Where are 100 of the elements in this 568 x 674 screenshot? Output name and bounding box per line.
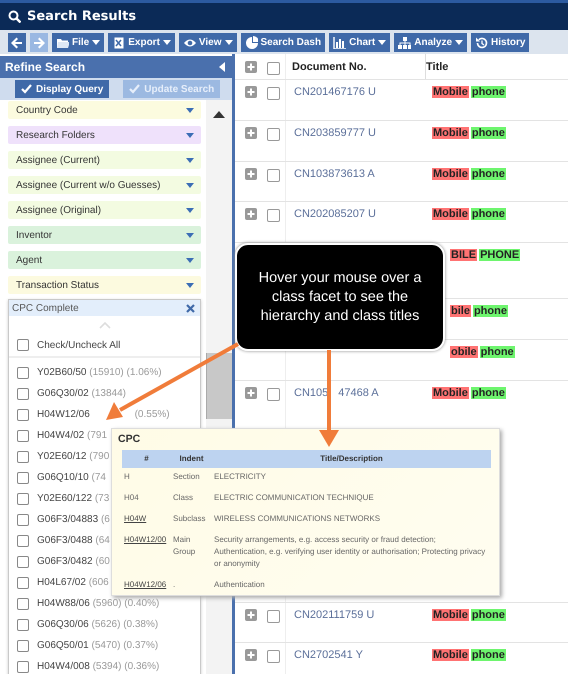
collapse-icon[interactable] (219, 62, 225, 72)
hierarchy-icon (398, 36, 412, 48)
document-link[interactable]: CN202111759 U (294, 609, 374, 621)
panel-title: Refine Search (5, 60, 86, 74)
class-title: ELECTRIC COMMUNICATION TECHNIQUE (213, 492, 375, 504)
checkbox[interactable] (17, 492, 29, 504)
checkbox[interactable] (17, 408, 29, 420)
facet-option[interactable]: G06Q30/06 (5626) (0.38%) (37, 619, 158, 630)
class-title: Security arrangements, e.g. access security or fraud detection; Authentication, e.g. verifying user identity or authorisation; Protecting privacy or anonymity (213, 534, 486, 570)
search-icon (8, 10, 21, 23)
checkbox[interactable] (17, 430, 29, 442)
checkbox[interactable] (17, 598, 29, 610)
highlighted-term: obile (450, 346, 478, 358)
expand-icon[interactable] (244, 127, 256, 139)
toolbar-button[interactable]: View (178, 32, 237, 52)
facet-option[interactable]: H04W88/06 (5960) (0.40%) (37, 598, 160, 609)
facet-header[interactable]: Research Folders (8, 126, 201, 144)
checkbox[interactable] (17, 472, 29, 484)
toolbar-button[interactable]: Export (108, 32, 175, 52)
indent-level: . (172, 579, 176, 591)
checkbox[interactable] (17, 534, 29, 546)
checkbox[interactable] (267, 388, 280, 401)
toolbar-button[interactable]: History (471, 32, 530, 52)
indent-level: Subclass (172, 513, 206, 525)
facet-option[interactable]: G06Q50/01 (5470) (0.37%) (37, 640, 158, 651)
panel-button[interactable]: Display Query (15, 80, 110, 98)
facet-option[interactable]: Y02E60/122 (73 (37, 493, 110, 504)
checkbox[interactable] (267, 209, 280, 222)
document-link[interactable]: CN2702541 Y (294, 649, 363, 661)
document-link[interactable]: CN201467176 U (294, 86, 376, 98)
class-link[interactable]: H04W12/00 (122, 531, 171, 576)
document-link[interactable]: CN203859777 U (294, 127, 376, 139)
document-link[interactable]: 47468 A (338, 387, 379, 399)
facet-option[interactable]: Y02B60/50 (15910) (1.06%) (37, 367, 162, 378)
expand-icon[interactable] (244, 609, 256, 621)
facet-option[interactable]: H04W12/06 (0.55%) (37, 409, 170, 420)
class-link[interactable]: H04W12/06 (122, 576, 171, 597)
scroll-up-icon[interactable] (213, 111, 225, 118)
checkbox[interactable] (17, 514, 29, 526)
caret-icon (186, 258, 194, 262)
facet-option[interactable]: Y02E60/12 (790 (37, 451, 110, 462)
close-icon[interactable] (186, 304, 195, 312)
toolbar-button[interactable]: Search Dash (240, 32, 326, 52)
facet-header[interactable]: Country Code (8, 101, 201, 119)
checkbox[interactable] (267, 128, 280, 141)
facet-option[interactable]: G06Q30/02 (13844) (37, 388, 126, 399)
column-header: # (122, 450, 171, 468)
checkbox[interactable] (267, 87, 280, 100)
checkbox[interactable] (267, 62, 280, 75)
checkbox[interactable] (267, 650, 280, 663)
bar-chart-icon (333, 36, 346, 48)
highlighted-term: Mobile (432, 609, 469, 621)
pie-chart-icon (244, 36, 258, 48)
scrollbar-thumb[interactable] (206, 353, 232, 419)
facet-header[interactable]: Agent (8, 251, 201, 269)
checkbox[interactable] (17, 366, 29, 378)
back-arrow-icon (10, 36, 23, 48)
checkbox[interactable] (17, 450, 29, 462)
facet-header[interactable]: Assignee (Current w/o Guesses) (8, 176, 201, 194)
class-title: ELECTRICITY (213, 471, 268, 483)
facet-option[interactable]: H04W4/008 (5394) (0.36%) (37, 661, 160, 672)
checkbox[interactable] (17, 556, 29, 568)
facet-title: CPC Complete (12, 302, 79, 314)
facet-option[interactable]: H04L67/02 (606 (37, 577, 109, 588)
checkbox[interactable] (17, 388, 29, 400)
indent-level: Main Group (172, 534, 196, 558)
facet-option[interactable]: G06F3/04883 (6 (37, 514, 110, 525)
facet-header[interactable]: Assignee (Current) (8, 151, 201, 169)
expand-icon[interactable] (244, 208, 256, 220)
toolbar-button[interactable]: Analyze (394, 32, 468, 52)
indent-level: Class (172, 492, 194, 504)
expand-icon[interactable] (244, 168, 256, 180)
class-link[interactable]: H04W (122, 510, 171, 531)
caret-icon (186, 208, 194, 212)
checkbox[interactable] (17, 640, 29, 652)
expand-icon[interactable] (244, 86, 256, 98)
column-header[interactable]: Title (426, 61, 448, 73)
toolbar-button[interactable]: File (52, 32, 104, 52)
document-link[interactable]: CN202085207 U (294, 208, 376, 220)
column-header[interactable]: Document No. (292, 61, 367, 73)
checkbox[interactable] (17, 660, 29, 672)
facet-option[interactable]: G06F3/0482 (60 (37, 556, 110, 567)
expand-icon[interactable] (244, 61, 256, 73)
checkbox[interactable] (267, 610, 280, 623)
facet-option[interactable]: G06F3/0488 (64 (37, 535, 110, 546)
facet-header[interactable]: Inventor (8, 226, 201, 244)
checkbox[interactable] (267, 169, 280, 182)
facet-header[interactable]: Transaction Status (8, 276, 201, 294)
document-link[interactable]: CN103873613 A (294, 168, 375, 180)
expand-icon[interactable] (244, 387, 256, 399)
document-link[interactable]: CN105 (294, 387, 328, 399)
facet-header[interactable]: Assignee (Original) (8, 201, 201, 219)
checkbox[interactable] (17, 339, 29, 351)
expand-icon[interactable] (244, 649, 256, 661)
facet-option[interactable]: H04W4/02 (791 (37, 430, 108, 441)
facet-option[interactable]: G06Q10/10 (74 (37, 472, 106, 483)
checkbox[interactable] (17, 618, 29, 630)
toolbar-button[interactable]: Chart (329, 32, 390, 52)
checkbox[interactable] (17, 576, 29, 588)
back-arrow-button[interactable] (8, 32, 26, 52)
